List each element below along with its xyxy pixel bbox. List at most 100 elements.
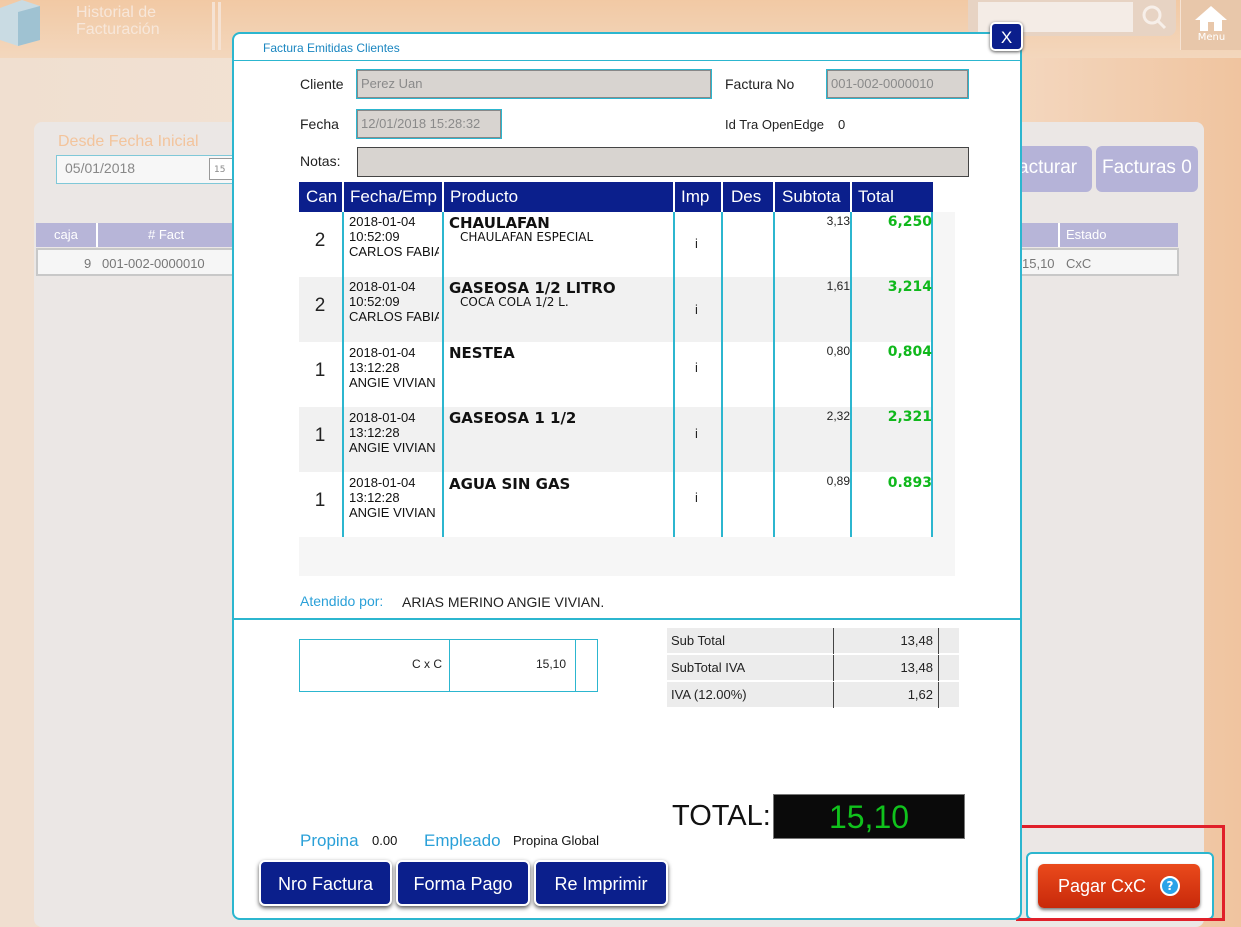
col-fecha-emp: Fecha/Emp [350,187,437,206]
row-subtotal: 2,32 [826,409,850,423]
header-divider [721,182,723,212]
desde-label: Desde Fecha Inicial [58,133,199,150]
row-fecha-emp: 2018-01-04 13:12:28 ANGIE VIVIAN [349,475,436,520]
row-product-name: GASEOSA 1 1/2 [449,409,577,427]
row-product-desc: CHAULAFAN ESPECIAL [460,230,594,244]
summary-divider [833,655,834,681]
idtra-label: Id Tra OpenEdge [725,117,825,132]
row-fecha-emp: 2018-01-04 10:52:09 CARLOS FABIA [349,279,439,324]
facturas-button[interactable]: Facturas 0 [1096,146,1198,192]
modal-divider [234,60,1020,61]
row-caja: 9 [84,256,92,271]
row-total: 0.893 [887,475,932,491]
row-product-name: AGUA SIN GAS [449,475,571,493]
col-producto: Producto [450,187,519,206]
row-subtotal: 0,89 [826,474,850,488]
row-qty: 2 [314,295,326,316]
col-total: Total [858,187,894,206]
cliente-label: Cliente [300,76,344,92]
row-fecha-emp: 2018-01-04 13:12:28 ANGIE VIVIAN [349,410,436,455]
col-caja: caja [54,227,78,242]
empleado-label: Empleado [424,831,501,850]
notas-field[interactable] [357,147,969,177]
fecha-label: Fecha [300,116,339,132]
row-estado: CxC [1066,256,1092,271]
row-total: 3,214 [887,279,932,295]
propina-value: 0.00 [372,833,398,848]
fecha-field[interactable]: 12/01/2018 15:28:32 [357,110,501,138]
iva-value: 1,62 [907,687,933,702]
atendido-label: Atendido por: [300,593,384,609]
column-divider [342,212,344,537]
row-imp: i [695,426,698,441]
row-qty: 1 [314,425,326,446]
header-divider [212,2,215,50]
iva-label: IVA (12.00%) [671,687,747,702]
subtotal-value: 13,48 [900,633,933,648]
column-divider [721,212,723,537]
row-total: 6,250 [887,214,932,230]
row-qty: 1 [314,490,326,511]
row-product-desc: COCA COLA 1/2 L. [460,295,569,309]
summary-divider [938,682,939,708]
subtotal-row: Sub Total 13,48 [667,628,959,654]
iva-row: IVA (12.00%) 1,62 [667,682,959,708]
summary-divider [938,628,939,654]
row-product-name: NESTEA [449,344,515,362]
row-imp: i [695,490,698,505]
summary-divider [833,682,834,708]
row-subtotal: 0,80 [826,344,850,358]
section-divider [234,618,1020,620]
col-fact: # Fact [148,227,185,242]
facturar-button[interactable]: acturar [1012,146,1092,192]
modal-title: Factura Emitidas Clientes [263,41,400,55]
col-imp: Imp [681,187,710,206]
row-imp: i [695,302,698,317]
search-icon[interactable] [1140,4,1168,30]
re-imprimir-button[interactable]: Re Imprimir [534,860,668,906]
home-icon [1195,6,1227,31]
idtra-value: 0 [838,117,846,132]
column-divider [442,212,444,537]
header-divider [1058,223,1060,247]
close-button[interactable]: X [990,22,1023,51]
nro-factura-button[interactable]: Nro Factura [259,860,392,906]
row-total: 0,804 [887,344,932,360]
column-divider [773,212,775,537]
menu-label: Menu [1197,32,1226,43]
cliente-field[interactable]: Perez Uan [357,70,711,98]
forma-pago-button[interactable]: Forma Pago [396,860,530,906]
menu-button[interactable]: Menu [1180,0,1241,50]
subtotal-iva-row: SubTotal IVA 13,48 [667,655,959,681]
subtotal-label: Sub Total [671,633,725,648]
empleado-value: Propina Global [513,833,599,848]
row-fecha-emp: 2018-01-04 10:52:09 CARLOS FABIA [349,214,439,259]
payment-method: C x C [412,657,442,671]
summary-divider [938,655,939,681]
payment-divider [449,639,450,692]
col-subtotal: Subtota [782,187,841,206]
row-fecha-emp: 2018-01-04 13:12:28 ANGIE VIVIAN [349,345,436,390]
atendido-value: ARIAS MERINO ANGIE VIVIAN. [402,594,605,610]
app-title: Historial de Facturación [76,4,160,38]
col-can: Can [306,187,338,206]
header-divider [96,223,98,247]
row-qty: 2 [314,230,326,251]
header-divider [773,182,775,212]
propina-label: Propina [300,831,359,850]
help-icon[interactable]: ? [1160,876,1180,896]
total-label: TOTAL: [672,800,771,832]
payment-amount: 15,10 [536,657,567,671]
total-display: 15,10 [773,794,965,839]
row-subtotal: 3,13 [826,214,850,228]
col-estado: Estado [1066,227,1107,242]
row-subtotal: 1,61 [826,279,850,293]
calendar-icon[interactable]: 15 [209,158,233,180]
col-des: Des [731,187,762,206]
app-logo-icon [0,0,40,46]
column-divider [673,212,675,537]
row-fact: 001-002-0000010 [102,256,205,271]
row-imp: i [695,236,698,251]
summary-divider [833,628,834,654]
factura-field[interactable]: 001-002-0000010 [827,70,968,98]
